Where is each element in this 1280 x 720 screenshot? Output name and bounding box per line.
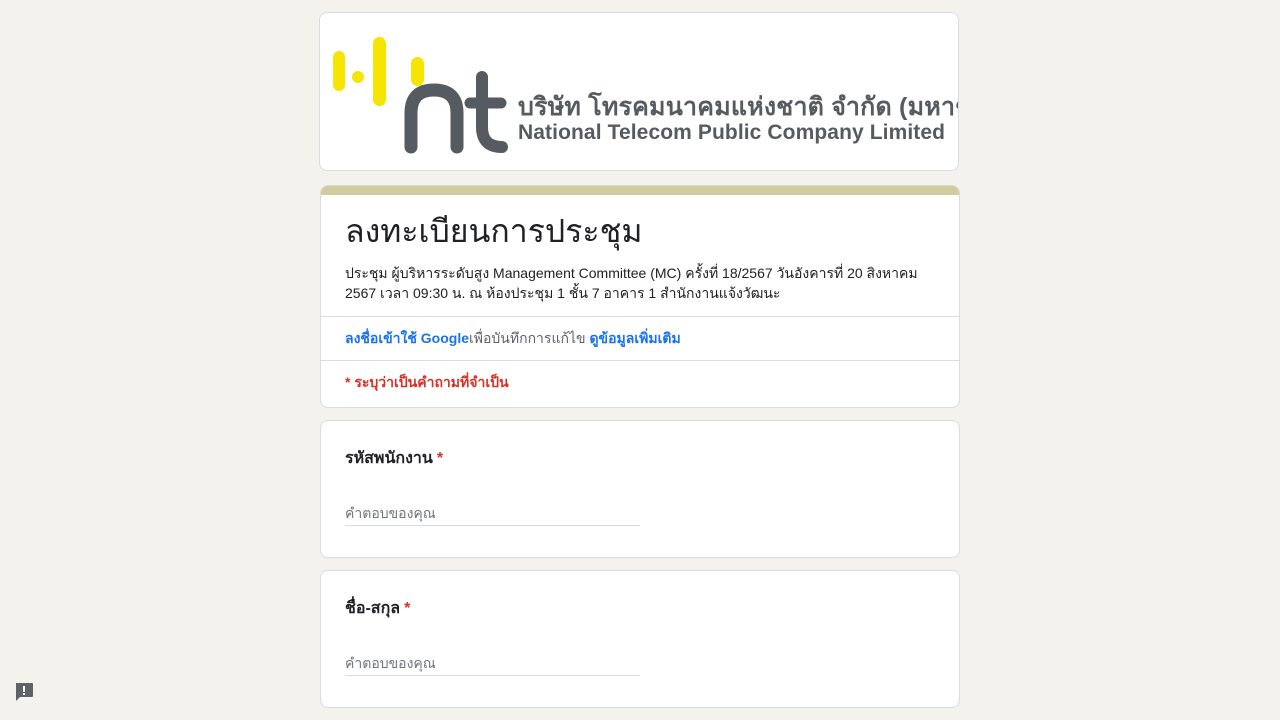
logo-bar-left	[333, 51, 345, 91]
form-description: ประชุม ผู้บริหารระดับสูง Management Comm…	[345, 265, 918, 301]
employee-id-input[interactable]	[345, 501, 640, 526]
form-accent-bar	[321, 186, 959, 195]
signin-row: ลงชื่อเข้าใช้ Googleเพื่อบันทึกการแก้ไข …	[345, 328, 681, 348]
logo-bar-tall	[373, 37, 386, 106]
question-card-full-name: ชื่อ-สกุล *	[320, 570, 960, 708]
full-name-input[interactable]	[345, 651, 640, 676]
required-asterisk: *	[404, 600, 411, 617]
report-feedback-button[interactable]	[13, 681, 35, 703]
logo-bar-short	[411, 57, 424, 86]
logo-dot	[352, 71, 364, 83]
learn-more-link[interactable]: ดูข้อมูลเพิ่มเติม	[589, 330, 680, 346]
company-name-english: National Telecom Public Company Limited	[518, 121, 946, 144]
question-card-employee-id: รหัสพนักงาน *	[320, 420, 960, 558]
report-feedback-icon	[16, 683, 33, 701]
question-text: ชื่อ-สกุล	[345, 600, 401, 617]
divider	[321, 316, 959, 317]
form-header-card: ลงทะเบียนการประชุม ประชุม ผู้บริหารระดับ…	[320, 185, 960, 408]
google-signin-link[interactable]: ลงชื่อเข้าใช้ Google	[345, 330, 469, 346]
question-text: รหัสพนักงาน	[345, 450, 433, 467]
header-banner: บริษัท โทรคมนาคมแห่งชาติ จำกัด (มหาชน) N…	[319, 12, 959, 171]
divider	[321, 360, 959, 361]
google-form-page: บริษัท โทรคมนาคมแห่งชาติ จำกัด (มหาชน) N…	[0, 0, 1280, 720]
required-note: * ระบุว่าเป็นคำถามที่จำเป็น	[345, 374, 509, 390]
required-asterisk: *	[436, 450, 444, 467]
question-label: รหัสพนักงาน *	[345, 447, 443, 471]
logo-letter-n	[404, 83, 464, 154]
signin-note: เพื่อบันทึกการแก้ไข	[469, 330, 586, 346]
logo-letter-t-stem	[476, 71, 508, 153]
form-title: ลงทะเบียนการประชุม	[345, 213, 643, 249]
question-label: ชื่อ-สกุล *	[345, 597, 410, 621]
